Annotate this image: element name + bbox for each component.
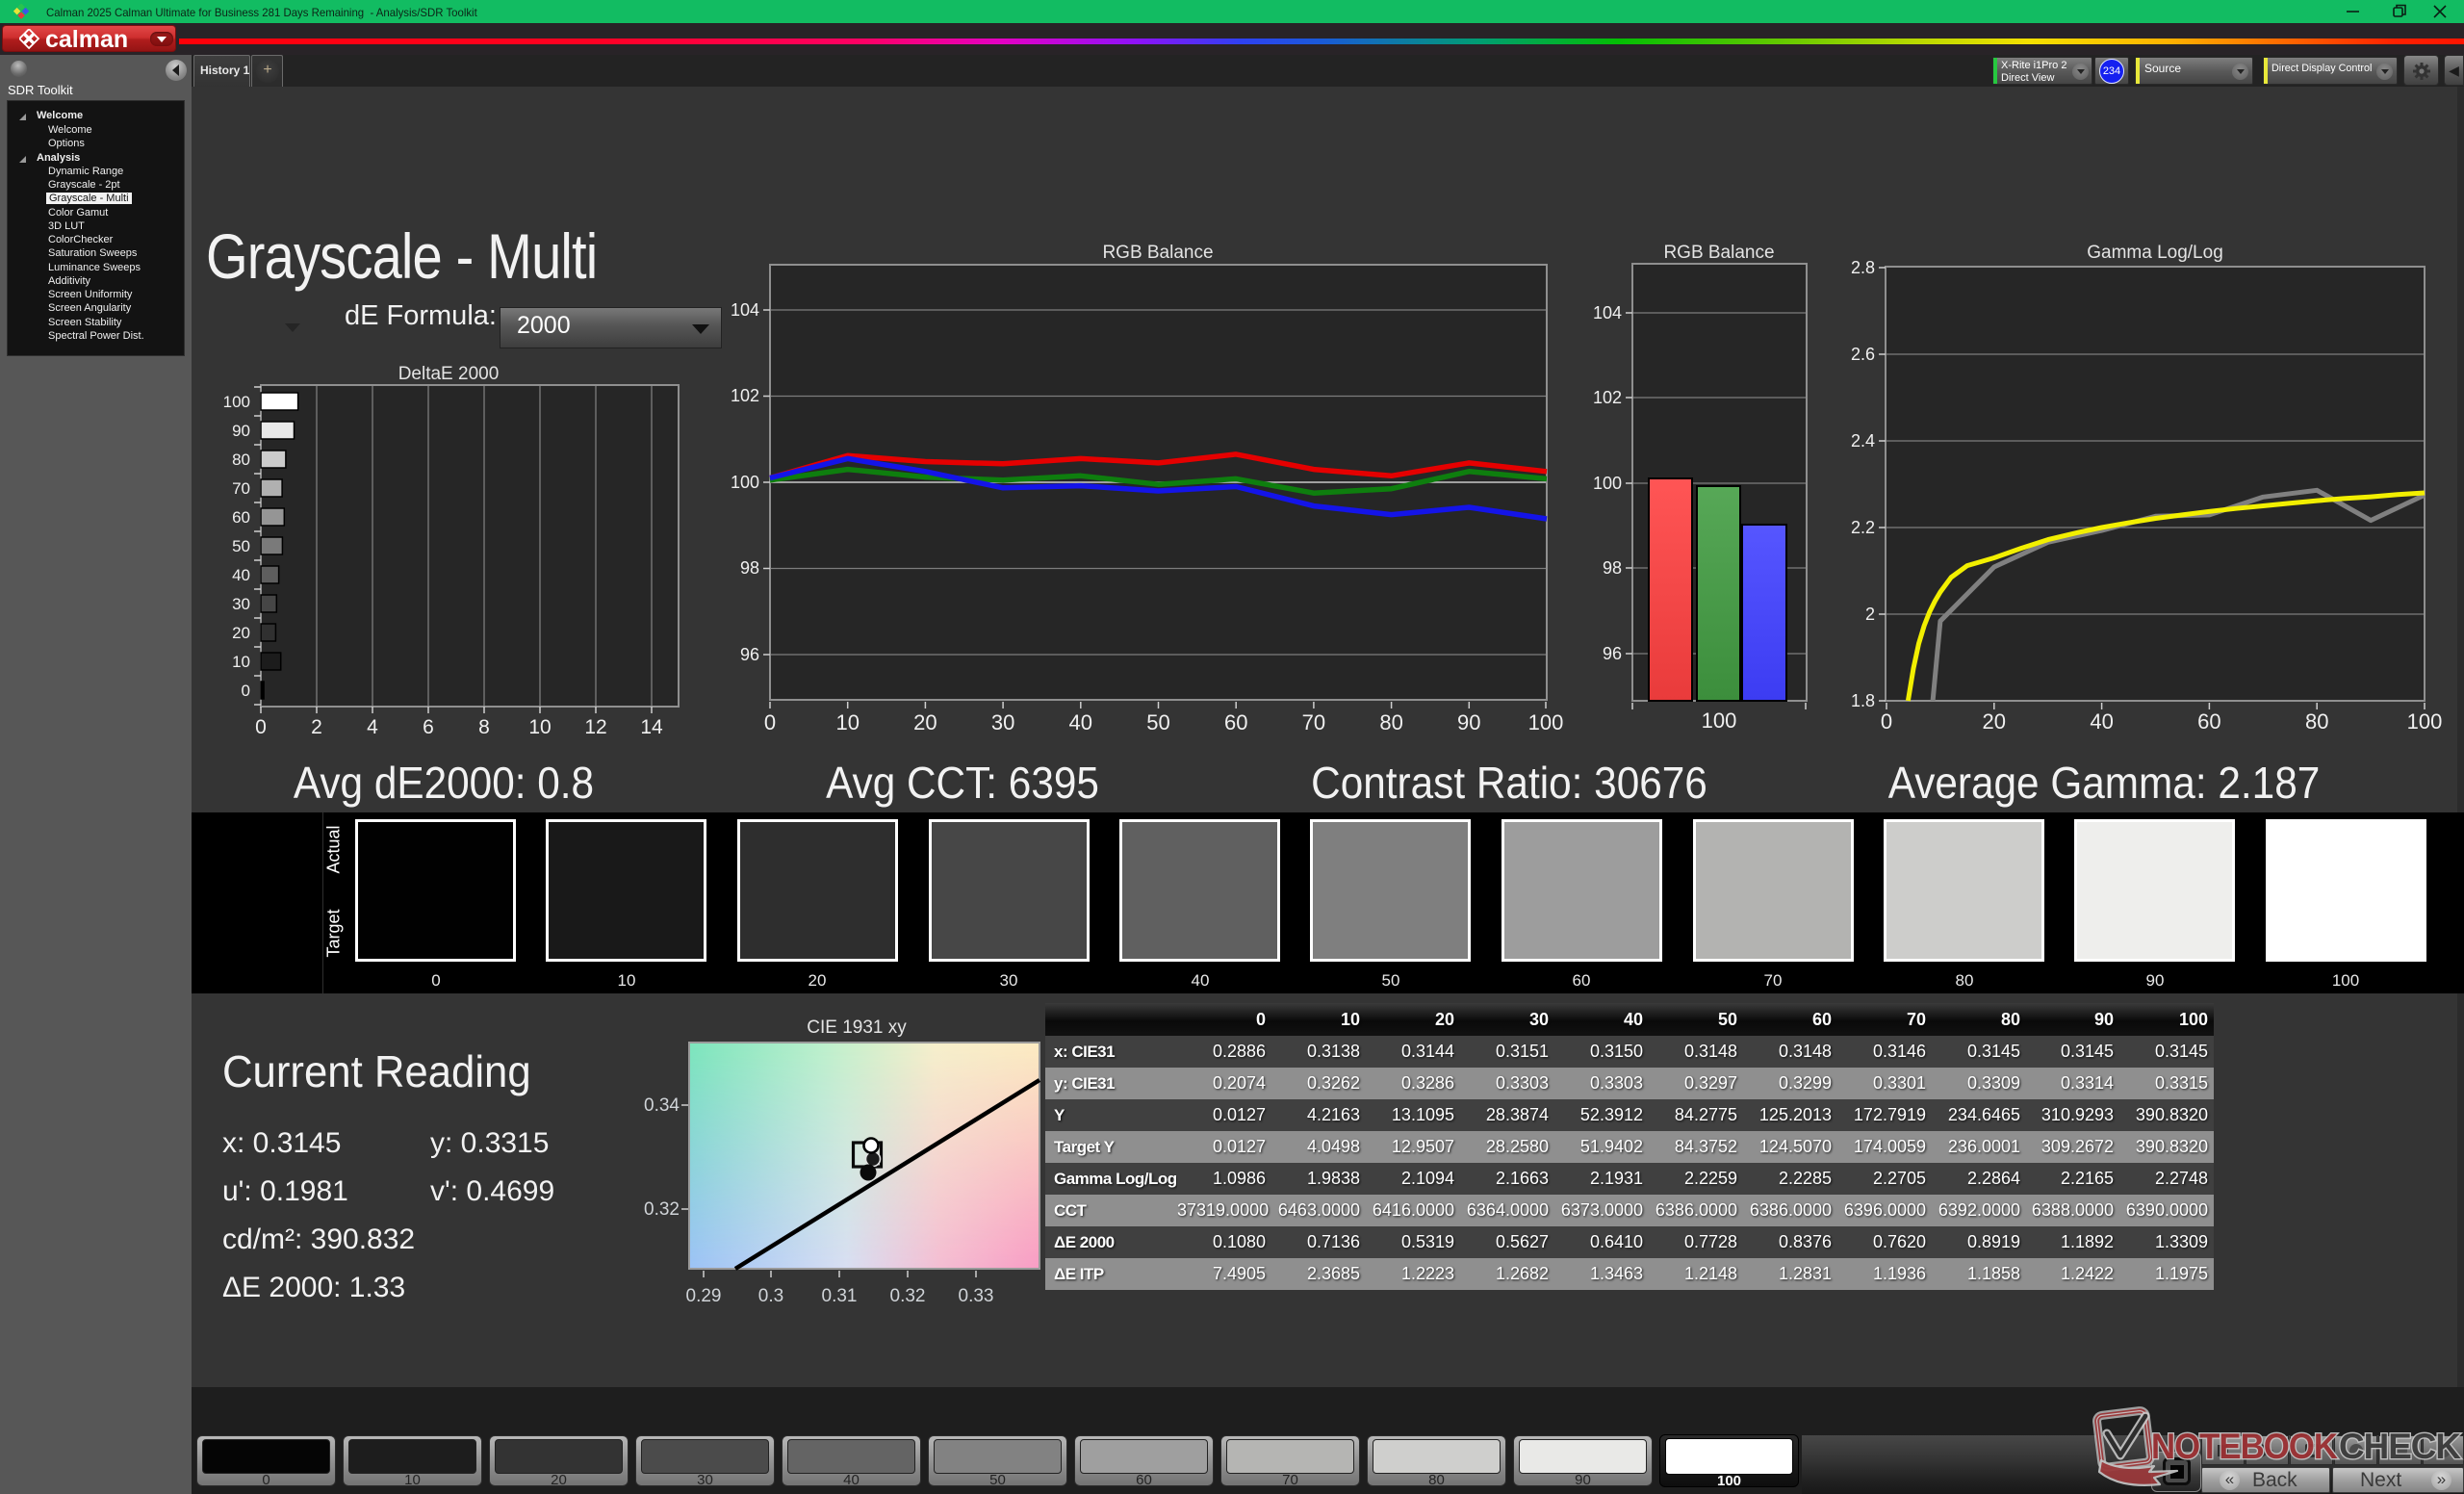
svg-text:30: 30 bbox=[991, 710, 1014, 734]
svg-text:0.34: 0.34 bbox=[644, 1095, 680, 1116]
svg-text:100: 100 bbox=[1528, 710, 1564, 734]
svg-text:104: 104 bbox=[732, 300, 759, 320]
svg-text:102: 102 bbox=[1593, 388, 1622, 407]
svg-text:0.33: 0.33 bbox=[959, 1286, 994, 1306]
svg-text:calman: calman bbox=[45, 29, 128, 50]
svg-text:0.3: 0.3 bbox=[758, 1286, 783, 1306]
svg-text:4: 4 bbox=[367, 716, 378, 738]
svg-text:100: 100 bbox=[223, 393, 250, 411]
svg-text:2: 2 bbox=[1865, 605, 1875, 624]
svg-text:96: 96 bbox=[1603, 644, 1622, 663]
svg-text:6: 6 bbox=[423, 716, 434, 738]
svg-text:90: 90 bbox=[1457, 710, 1480, 734]
svg-text:Gamma Log/Log: Gamma Log/Log bbox=[2087, 243, 2223, 263]
svg-text:80: 80 bbox=[2305, 709, 2328, 734]
svg-text:10: 10 bbox=[835, 710, 859, 734]
svg-text:100: 100 bbox=[1593, 474, 1622, 493]
svg-text:60: 60 bbox=[232, 508, 250, 527]
svg-text:CIE 1931 xy: CIE 1931 xy bbox=[807, 1017, 907, 1038]
svg-text:50: 50 bbox=[1146, 710, 1169, 734]
svg-text:50: 50 bbox=[232, 537, 250, 555]
svg-text:0: 0 bbox=[242, 682, 250, 700]
svg-text:80: 80 bbox=[232, 451, 250, 469]
svg-text:80: 80 bbox=[1379, 710, 1402, 734]
svg-text:20: 20 bbox=[913, 710, 937, 734]
svg-text:60: 60 bbox=[1224, 710, 1247, 734]
svg-text:RGB Balance: RGB Balance bbox=[1663, 243, 1774, 263]
svg-text:0: 0 bbox=[1881, 709, 1892, 734]
svg-text:96: 96 bbox=[740, 645, 759, 664]
svg-text:0.32: 0.32 bbox=[644, 1199, 680, 1220]
svg-text:2.8: 2.8 bbox=[1851, 258, 1875, 277]
svg-text:40: 40 bbox=[1069, 710, 1092, 734]
svg-text:102: 102 bbox=[732, 386, 759, 405]
svg-text:90: 90 bbox=[232, 422, 250, 440]
svg-text:2.6: 2.6 bbox=[1851, 345, 1875, 364]
svg-text:30: 30 bbox=[232, 595, 250, 613]
svg-text:98: 98 bbox=[740, 558, 759, 578]
svg-text:12: 12 bbox=[584, 716, 606, 738]
svg-text:2: 2 bbox=[311, 716, 322, 738]
svg-text:0.29: 0.29 bbox=[686, 1286, 722, 1306]
svg-text:20: 20 bbox=[1983, 709, 2006, 734]
svg-text:RGB Balance: RGB Balance bbox=[1102, 243, 1213, 263]
svg-text:60: 60 bbox=[2197, 709, 2220, 734]
svg-text:1.8: 1.8 bbox=[1851, 691, 1875, 710]
svg-text:70: 70 bbox=[232, 479, 250, 498]
svg-text:NOTEBOOK: NOTEBOOK bbox=[2151, 1427, 2338, 1466]
svg-text:CHECK: CHECK bbox=[2339, 1427, 2461, 1466]
svg-text:0.32: 0.32 bbox=[890, 1286, 926, 1306]
svg-text:10: 10 bbox=[528, 716, 551, 738]
svg-text:DeltaE 2000: DeltaE 2000 bbox=[398, 364, 500, 384]
svg-text:14: 14 bbox=[640, 716, 663, 738]
svg-text:100: 100 bbox=[732, 473, 759, 492]
svg-text:70: 70 bbox=[1302, 710, 1325, 734]
svg-text:0.31: 0.31 bbox=[822, 1286, 858, 1306]
svg-text:2.4: 2.4 bbox=[1851, 431, 1875, 451]
svg-text:98: 98 bbox=[1603, 558, 1622, 578]
svg-text:100: 100 bbox=[1702, 708, 1737, 733]
svg-text:2.2: 2.2 bbox=[1851, 518, 1875, 537]
svg-text:0: 0 bbox=[764, 710, 776, 734]
svg-text:0: 0 bbox=[255, 716, 267, 738]
svg-text:104: 104 bbox=[1593, 303, 1622, 322]
svg-text:20: 20 bbox=[232, 624, 250, 642]
svg-text:40: 40 bbox=[2090, 709, 2113, 734]
svg-text:10: 10 bbox=[232, 653, 250, 671]
svg-text:100: 100 bbox=[2407, 709, 2443, 734]
svg-text:8: 8 bbox=[478, 716, 490, 738]
svg-text:40: 40 bbox=[232, 566, 250, 584]
